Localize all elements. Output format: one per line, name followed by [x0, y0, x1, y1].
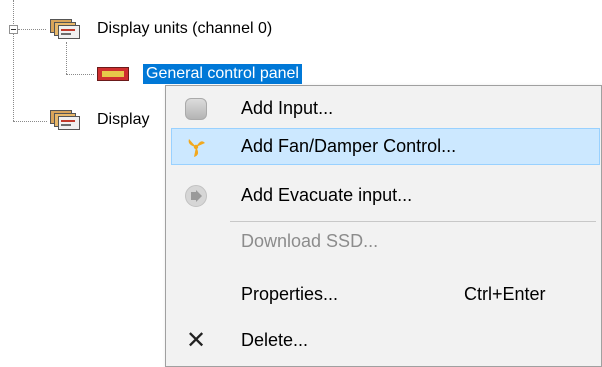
- tree-node-label: Display units (channel 0): [97, 20, 273, 37]
- menu-item-add-fan-damper-control[interactable]: Add Fan/Damper Control...: [171, 128, 600, 165]
- menu-item-properties[interactable]: Properties... Ctrl+Enter: [171, 276, 600, 313]
- context-menu: Add Input... Add Fan/Damper Control... A…: [165, 85, 602, 367]
- menu-item-label: Properties...: [241, 284, 339, 304]
- speaker-icon: [185, 184, 207, 207]
- tree-node-display[interactable]: Display: [50, 108, 152, 132]
- menu-separator: [230, 221, 596, 222]
- tree-connector: [13, 34, 14, 121]
- menu-item-shortcut: Ctrl+Enter: [464, 284, 546, 304]
- menu-item-label: Add Fan/Damper Control...: [241, 136, 457, 156]
- tree-node-label: Display: [97, 111, 150, 128]
- menu-item-add-evacuate-input[interactable]: Add Evacuate input...: [171, 177, 600, 214]
- menu-item-add-input[interactable]: Add Input...: [171, 90, 600, 127]
- close-icon: ✕: [185, 326, 207, 354]
- display-unit-icon: [50, 110, 80, 130]
- tree-node-general-control-panel[interactable]: General control panel: [97, 62, 302, 86]
- menu-item-label: Add Input...: [241, 98, 334, 118]
- menu-item-label: Delete...: [241, 330, 309, 350]
- input-icon: [185, 97, 207, 120]
- tree-connector: [66, 42, 67, 74]
- tree-connector: [66, 74, 94, 75]
- tree-connector: [18, 29, 46, 30]
- menu-item-label: Add Evacuate input...: [241, 185, 413, 205]
- display-unit-icon: [50, 19, 80, 39]
- menu-item-delete[interactable]: ✕ Delete...: [171, 322, 600, 359]
- fan-icon: [188, 138, 205, 157]
- menu-item-label: Download SSD...: [241, 231, 379, 251]
- general-control-panel-icon: [97, 67, 129, 81]
- tree-node-label: General control panel: [143, 64, 302, 84]
- collapse-toggle[interactable]: [9, 25, 18, 34]
- tree-connector: [13, 121, 47, 122]
- menu-item-download-ssd: Download SSD...: [171, 223, 600, 260]
- tree-node-display-units[interactable]: Display units (channel 0): [50, 17, 275, 41]
